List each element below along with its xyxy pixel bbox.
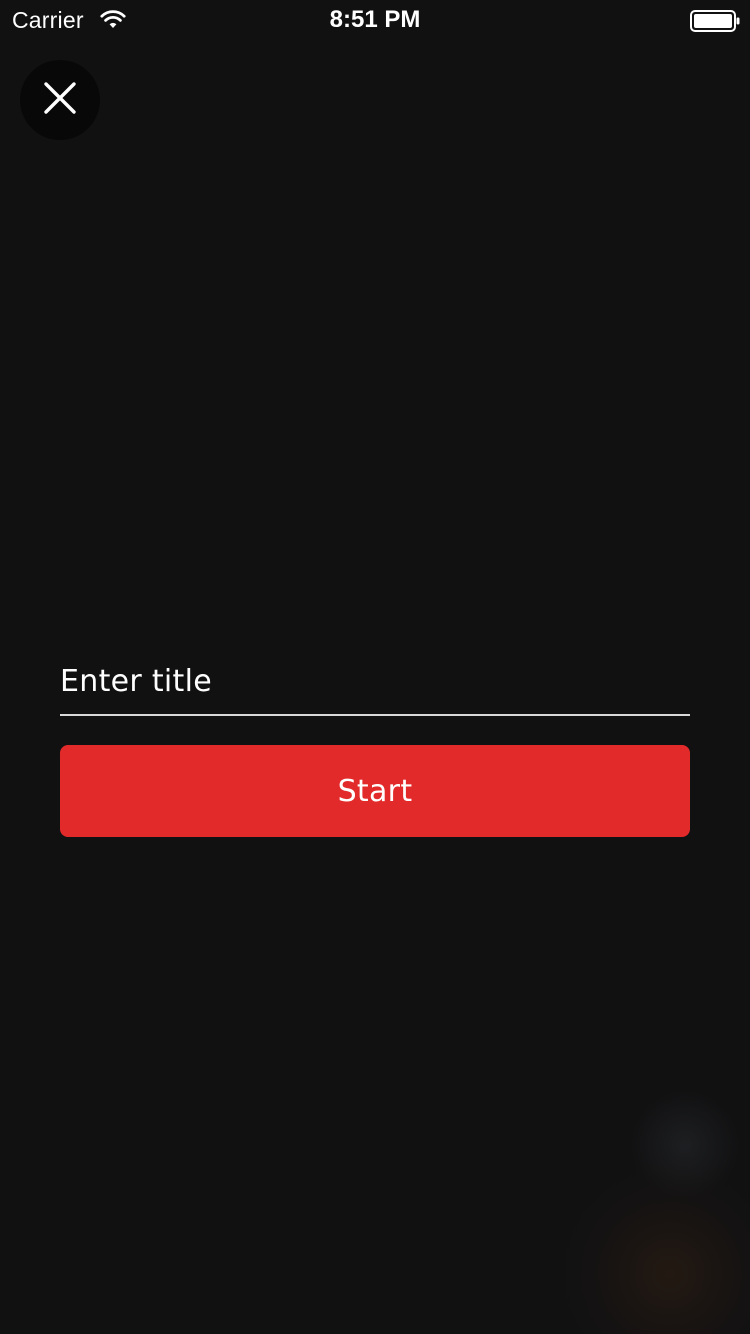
close-icon	[42, 80, 78, 121]
title-input[interactable]	[60, 650, 690, 712]
title-field	[60, 650, 690, 716]
background-glow	[630, 1090, 740, 1200]
start-button[interactable]: Start	[60, 745, 690, 837]
battery-icon	[690, 10, 740, 32]
status-bar: Carrier 8:51 PM	[0, 0, 750, 40]
close-button[interactable]	[20, 60, 100, 140]
status-time: 8:51 PM	[329, 6, 421, 33]
screen: Carrier 8:51 PM St	[0, 0, 750, 1334]
